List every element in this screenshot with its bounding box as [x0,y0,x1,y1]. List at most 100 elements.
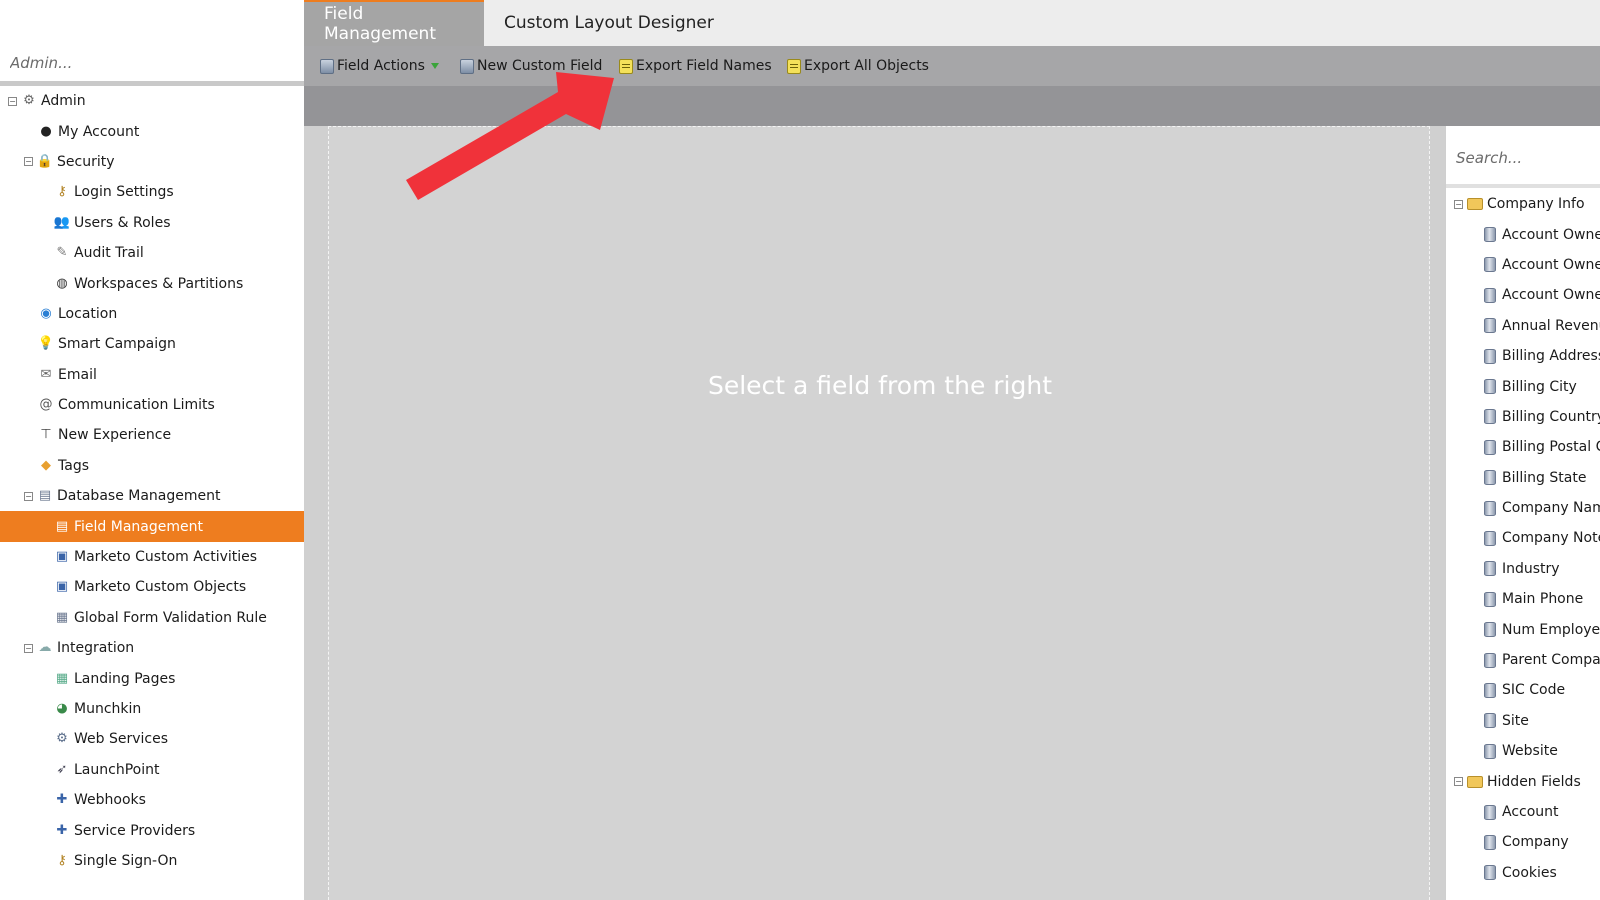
field-actions-icon [320,58,334,74]
field-list-item[interactable]: Company Name [1446,493,1600,523]
field-group[interactable]: − Hidden Fields [1446,766,1600,796]
sidebar-item-label: My Account [58,123,140,140]
sidebar-item-munchkin[interactable]: ◕ Munchkin [0,694,304,724]
sidebar-item-communication-limits[interactable]: @ Communication Limits [0,390,304,420]
field-group[interactable]: − Company Info [1446,189,1600,219]
field-list-item[interactable]: Billing City [1446,371,1600,401]
export-all-objects-label: Export All Objects [804,58,929,74]
sidebar-item-smart-campaign[interactable]: 💡 Smart Campaign [0,329,304,359]
sidebar-item-field-management[interactable]: ▤ Field Management [0,511,304,542]
tag-icon: ◆ [41,457,51,473]
field-list-item[interactable]: Parent Company [1446,645,1600,675]
collapse-toggle-icon[interactable]: − [1454,777,1463,787]
sidebar-item-label: Login Settings [74,184,174,201]
field-database-icon [1484,591,1496,607]
sidebar-item-security[interactable]: − 🔒 Security [0,147,304,177]
lock-icon: 🔒 [36,153,54,169]
field-label: Billing Country [1502,408,1600,425]
field-label: Account Owner [1502,226,1600,243]
new-custom-field-button[interactable]: New Custom Field [460,56,602,76]
sidebar-item-marketo-custom-objects[interactable]: ▣ Marketo Custom Objects [0,572,304,602]
spreadsheet-icon [787,58,801,74]
field-list-item[interactable]: Billing Postal Code [1446,432,1600,462]
field-list-item[interactable]: Annual Revenue [1446,311,1600,341]
sidebar-item-location[interactable]: ◉ Location [0,299,304,329]
field-label: Cookies [1502,864,1557,881]
sidebar-item-label: Database Management [57,488,221,505]
collapse-toggle-icon[interactable]: − [1454,199,1463,209]
field-list-item[interactable]: Billing Address [1446,341,1600,371]
sidebar-item-label: Marketo Custom Objects [74,579,247,596]
sidebar-item-users-roles[interactable]: 👥 Users & Roles [0,208,304,238]
field-list-item[interactable]: Company Notes [1446,523,1600,553]
globe-icon: ◍ [56,275,68,291]
field-list-item[interactable]: Company [1446,827,1600,857]
field-label: Billing City [1502,378,1577,395]
field-list-item[interactable]: Cookies [1446,858,1600,888]
collapse-toggle-icon[interactable]: − [24,491,33,501]
email-icon: ✉ [40,366,52,382]
sidebar-item-label: Webhooks [74,792,146,809]
field-list-item[interactable]: Billing Country [1446,402,1600,432]
field-database-icon [1484,409,1496,425]
sidebar-item-tags[interactable]: ◆ Tags [0,451,304,481]
field-list-item[interactable]: Num Employees [1446,614,1600,644]
field-database-icon [1484,865,1496,881]
sidebar-item-label: Location [58,305,118,322]
sidebar-item-email[interactable]: ✉ Email [0,360,304,390]
field-label: Billing Address [1502,348,1600,365]
field-details-canvas: Select a field from the right [328,126,1430,900]
web-services-icon: ⚙ [56,731,68,747]
audit-icon: ✎ [56,245,68,261]
field-label: SIC Code [1502,682,1566,699]
field-label: Company Info [1487,196,1585,213]
sidebar-item-integration[interactable]: − ☁ Integration [0,633,304,663]
export-all-objects-button[interactable]: Export All Objects [787,56,929,76]
admin-search-input[interactable] [0,44,304,82]
field-list-item[interactable]: SIC Code [1446,675,1600,705]
custom-object-icon: ▣ [55,579,69,595]
collapse-toggle-icon[interactable]: − [8,96,17,106]
sidebar-item-label: Global Form Validation Rule [74,609,267,626]
sidebar-item-marketo-custom-activities[interactable]: ▣ Marketo Custom Activities [0,542,304,572]
field-search-input[interactable] [1446,140,1600,176]
sidebar-item-landing-pages[interactable]: ▦ Landing Pages [0,663,304,693]
toolbar: Field Actions New Custom Field Export Fi… [304,46,1600,86]
sidebar-item-launchpoint[interactable]: ➶ LaunchPoint [0,755,304,785]
sidebar-item-admin[interactable]: − ⚙ Admin [0,86,304,116]
export-field-names-button[interactable]: Export Field Names [619,56,772,76]
field-tree: − Company Info Account Owner Account Owner … [1446,189,1600,888]
field-database-icon [1484,379,1496,395]
sidebar-item-service-providers[interactable]: ✚ Service Providers [0,815,304,845]
sidebar-item-global-form-validation-rule[interactable]: ▦ Global Form Validation Rule [0,603,304,633]
sidebar-item-my-account[interactable]: ● My Account [0,116,304,146]
field-actions-button[interactable]: Field Actions [320,56,439,76]
sidebar-item-audit-trail[interactable]: ✎ Audit Trail [0,238,304,268]
sidebar-item-workspaces-partitions[interactable]: ◍ Workspaces & Partitions [0,268,304,298]
field-list-item[interactable]: Main Phone [1446,584,1600,614]
collapse-toggle-icon[interactable]: − [24,157,33,167]
sidebar-item-label: Single Sign-On [74,852,178,869]
sidebar-item-label: Marketo Custom Activities [74,549,258,566]
field-label: Site [1502,712,1529,729]
field-list-item[interactable]: Account Owner Name [1446,280,1600,310]
sidebar-item-login-settings[interactable]: ⚷ Login Settings [0,177,304,207]
sidebar-item-label: Users & Roles [74,214,171,231]
field-label: Industry [1502,560,1560,577]
field-list-item[interactable]: Account Owner [1446,219,1600,249]
collapse-toggle-icon[interactable]: − [24,643,33,653]
sidebar-item-new-experience[interactable]: ⊤ New Experience [0,420,304,450]
sidebar-item-web-services[interactable]: ⚙ Web Services [0,724,304,754]
field-list-item[interactable]: Industry [1446,554,1600,584]
field-list-item[interactable]: Billing State [1446,463,1600,493]
sidebar-item-single-sign-on[interactable]: ⚷ Single Sign-On [0,846,304,876]
database-icon: ▤ [38,488,52,504]
sidebar-item-webhooks[interactable]: ✚ Webhooks [0,785,304,815]
tab-custom-layout-designer[interactable]: Custom Layout Designer [484,0,734,46]
tab-field-management[interactable]: Field Management [304,0,484,46]
field-list-item[interactable]: Website [1446,736,1600,766]
field-list-item[interactable]: Site [1446,706,1600,736]
sidebar-item-database-management[interactable]: − ▤ Database Management [0,481,304,511]
field-list-item[interactable]: Account Owner Email [1446,250,1600,280]
field-list-item[interactable]: Account [1446,797,1600,827]
